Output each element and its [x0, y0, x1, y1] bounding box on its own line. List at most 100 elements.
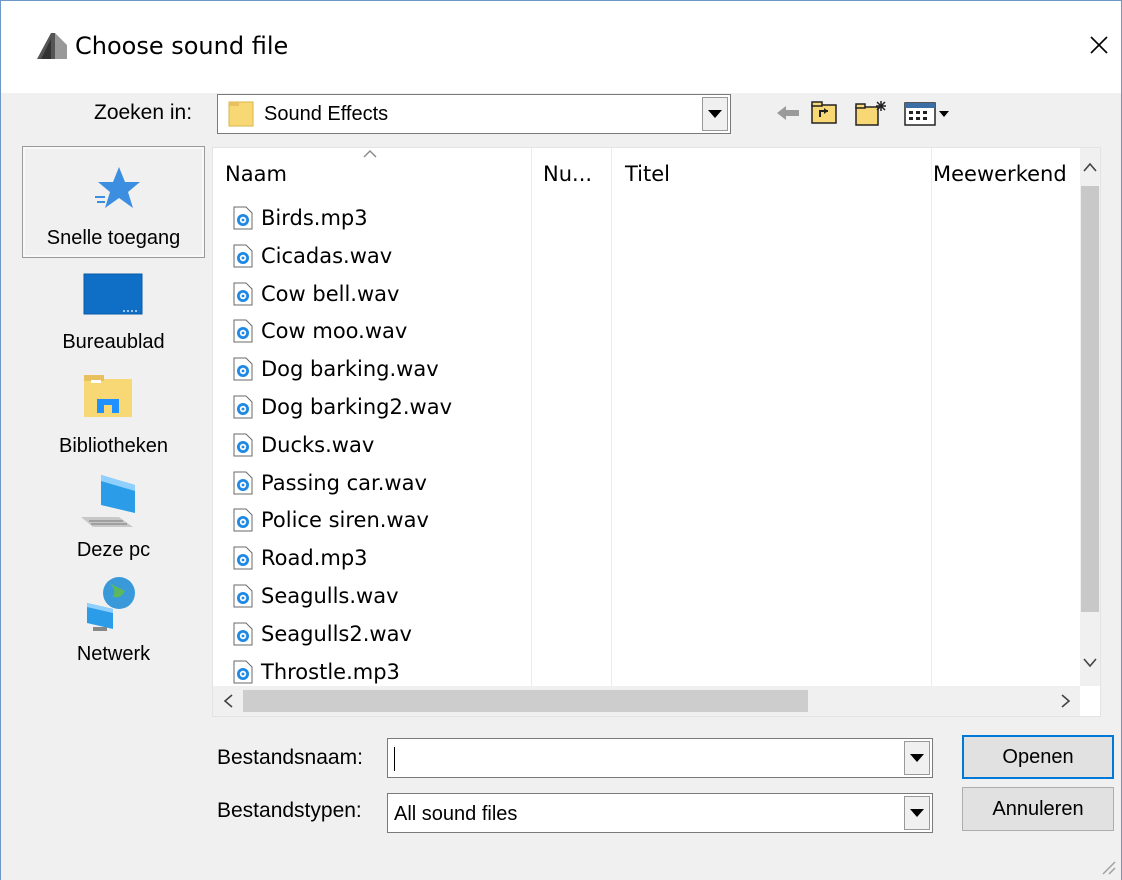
- file-name: Birds.mp3: [261, 206, 368, 230]
- file-name: Seagulls.wav: [261, 584, 399, 608]
- places-bar: Snelle toegang Bureaublad Bibliotheken D…: [22, 146, 205, 687]
- file-name: Passing car.wav: [261, 470, 427, 495]
- sort-ascending-icon: [363, 150, 377, 158]
- audio-file-icon: [233, 508, 253, 532]
- app-icon: [37, 33, 67, 59]
- file-name: Ducks.wav: [261, 432, 375, 457]
- cancel-button[interactable]: Annuleren: [962, 787, 1114, 831]
- chevron-down-icon: [910, 809, 924, 817]
- column-divider[interactable]: [531, 148, 532, 686]
- filetype-combo[interactable]: All sound files: [387, 793, 933, 833]
- audio-file-icon: [233, 546, 253, 570]
- scroll-left-icon[interactable]: [223, 694, 233, 708]
- file-list-item[interactable]: Cow bell.wav: [233, 276, 399, 312]
- file-list-item[interactable]: Cow moo.wav: [233, 313, 407, 349]
- audio-file-icon: [233, 319, 253, 343]
- file-name: Cow bell.wav: [261, 281, 400, 306]
- lookin-dropdown-button[interactable]: [702, 97, 728, 131]
- horizontal-scroll-thumb[interactable]: [243, 690, 808, 712]
- file-name: Dog barking.wav: [261, 357, 439, 382]
- file-list-item[interactable]: Police siren.wav: [233, 502, 429, 538]
- horizontal-scrollbar[interactable]: [213, 686, 1080, 716]
- filename-combo[interactable]: [387, 738, 933, 778]
- chevron-down-icon: [910, 754, 924, 762]
- column-header-name[interactable]: Naam: [225, 162, 287, 186]
- file-list-item[interactable]: Cicadas.wav: [233, 238, 392, 274]
- chevron-down-icon: [708, 110, 722, 118]
- file-list-item[interactable]: Passing car.wav: [233, 465, 427, 501]
- column-divider[interactable]: [931, 148, 932, 686]
- quick-access-star-icon: [95, 167, 140, 208]
- audio-file-icon: [233, 244, 253, 268]
- audio-file-icon: [233, 584, 253, 608]
- filetype-label: Bestandstypen:: [217, 799, 362, 822]
- file-name: Throstle.mp3: [261, 659, 400, 684]
- open-button[interactable]: Openen: [962, 735, 1114, 779]
- file-name: Cow moo.wav: [261, 319, 408, 344]
- title-bar[interactable]: Choose sound file: [1, 1, 1121, 93]
- file-dialog: Choose sound file Zoeken in: Sound Effec…: [0, 0, 1122, 880]
- place-quick-access[interactable]: Snelle toegang: [22, 146, 205, 258]
- filename-dropdown-button[interactable]: [904, 741, 930, 775]
- up-folder-icon[interactable]: [809, 99, 839, 127]
- file-list-item[interactable]: Birds.mp3: [233, 200, 368, 236]
- resize-grip-icon[interactable]: [1095, 854, 1117, 876]
- audio-file-icon: [233, 357, 253, 381]
- file-list[interactable]: Naam Nu... Titel Meewerkend Birds.mp3 Cic…: [212, 147, 1101, 717]
- audio-file-icon: [233, 471, 253, 495]
- file-list-item[interactable]: Seagulls.wav: [233, 578, 399, 614]
- place-desktop[interactable]: Bureaublad: [23, 259, 204, 369]
- file-list-item[interactable]: Road.mp3: [233, 540, 368, 576]
- place-label: Bureaublad: [62, 331, 165, 353]
- lookin-value: Sound Effects: [264, 103, 389, 125]
- file-list-item[interactable]: Ducks.wav: [233, 427, 374, 463]
- lookin-combo[interactable]: Sound Effects: [217, 94, 731, 134]
- text-cursor: [394, 747, 395, 771]
- file-name: Seagulls2.wav: [261, 621, 412, 646]
- place-label: Netwerk: [76, 643, 151, 665]
- libraries-icon: [84, 375, 132, 417]
- column-header-contributing[interactable]: Meewerkend: [933, 162, 1067, 186]
- scroll-down-icon[interactable]: [1083, 658, 1097, 668]
- place-network[interactable]: Netwerk: [23, 571, 204, 681]
- network-icon: [87, 577, 135, 631]
- file-name: Cicadas.wav: [261, 243, 393, 268]
- file-name: Dog barking2.wav: [261, 395, 452, 419]
- folder-icon: [228, 101, 254, 127]
- desktop-icon: [83, 273, 143, 315]
- file-name: Police siren.wav: [261, 508, 429, 533]
- vertical-scroll-thumb[interactable]: [1081, 186, 1099, 612]
- filename-label: Bestandsnaam:: [217, 746, 363, 769]
- column-header-number[interactable]: Nu...: [543, 162, 592, 186]
- filetype-value: All sound files: [394, 803, 518, 825]
- audio-file-icon: [233, 622, 253, 646]
- file-list-item[interactable]: Dog barking.wav: [233, 351, 439, 387]
- file-list-item[interactable]: Dog barking2.wav: [233, 389, 452, 425]
- file-list-item[interactable]: Seagulls2.wav: [233, 616, 412, 652]
- audio-file-icon: [233, 206, 253, 230]
- place-label: Bibliotheken: [59, 435, 168, 457]
- column-header-title[interactable]: Titel: [625, 162, 670, 186]
- place-label: Deze pc: [76, 539, 151, 561]
- vertical-scrollbar[interactable]: [1080, 148, 1100, 686]
- audio-file-icon: [233, 660, 253, 684]
- this-pc-icon: [81, 475, 135, 527]
- file-list-item[interactable]: Throstle.mp3: [233, 654, 400, 690]
- scroll-up-icon[interactable]: [1083, 162, 1097, 172]
- filename-input[interactable]: [392, 745, 896, 773]
- new-folder-icon[interactable]: [853, 99, 889, 127]
- close-icon[interactable]: [1079, 25, 1119, 65]
- view-menu-icon[interactable]: [903, 99, 953, 127]
- back-arrow-icon[interactable]: [775, 99, 801, 127]
- place-this-pc[interactable]: Deze pc: [23, 467, 204, 577]
- place-libraries[interactable]: Bibliotheken: [23, 363, 204, 473]
- scroll-right-icon[interactable]: [1061, 694, 1071, 708]
- window-title: Choose sound file: [75, 32, 289, 60]
- column-divider[interactable]: [611, 148, 612, 686]
- file-name: Road.mp3: [261, 546, 368, 571]
- audio-file-icon: [233, 395, 253, 419]
- audio-file-icon: [233, 433, 253, 457]
- lookin-label: Zoeken in:: [94, 101, 193, 124]
- audio-file-icon: [233, 282, 253, 306]
- filetype-dropdown-button[interactable]: [904, 796, 930, 830]
